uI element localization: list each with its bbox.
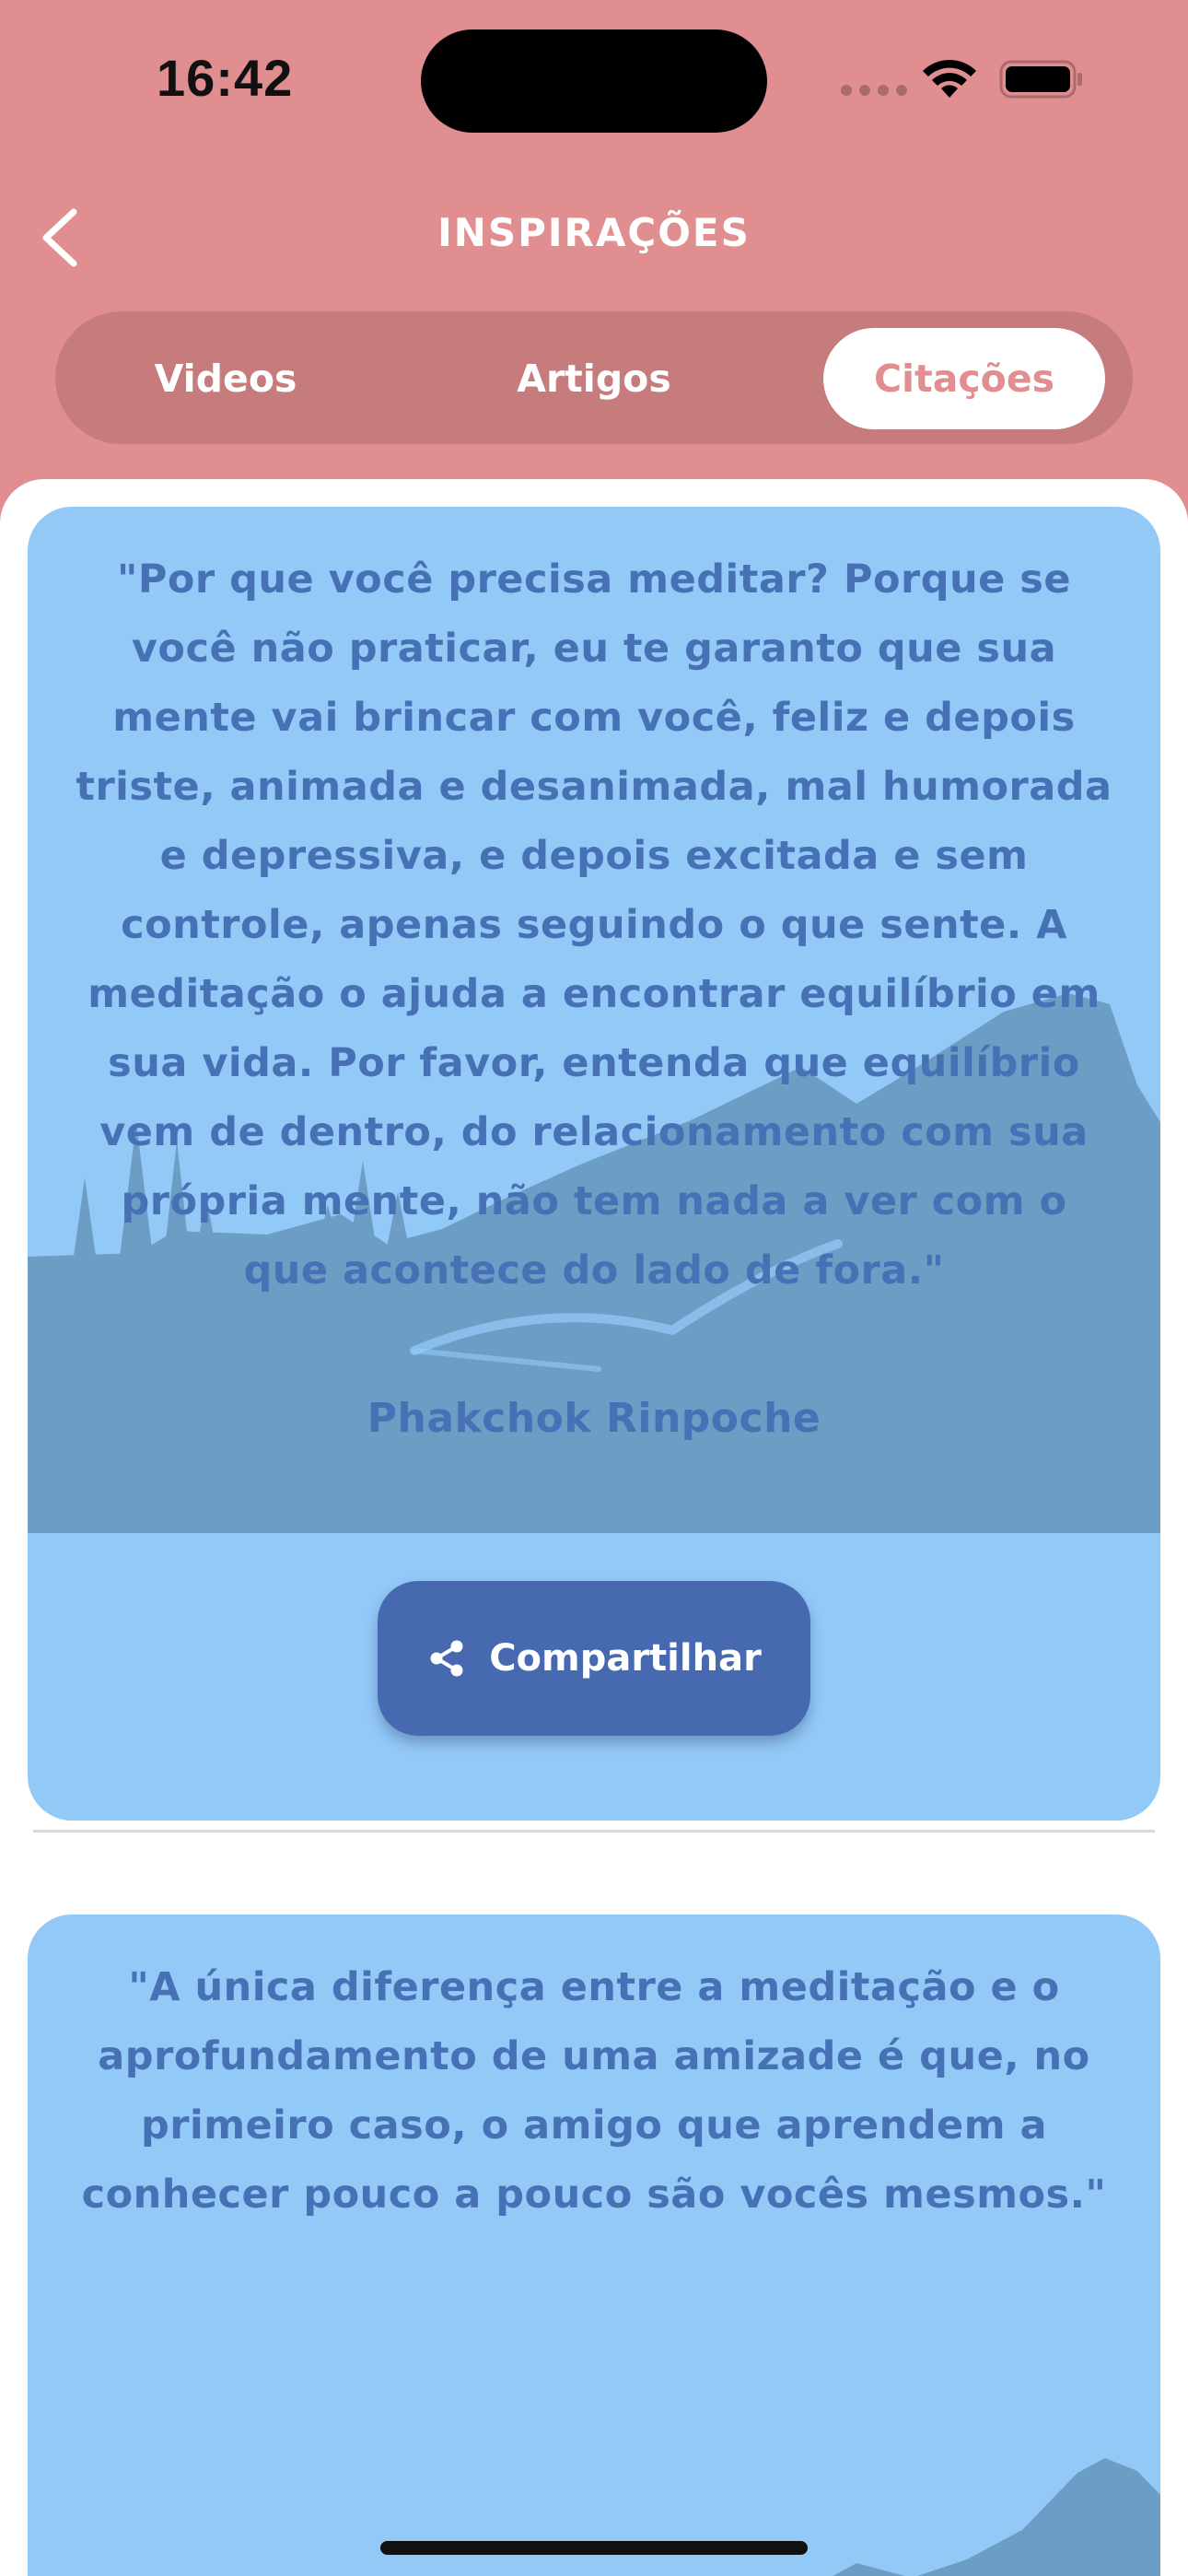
quotes-list[interactable]: "Por que você precisa meditar? Porque se… [0,479,1188,2576]
home-indicator [380,2541,808,2555]
dynamic-island [421,29,767,133]
wifi-icon [923,59,976,98]
quote-text: "A única diferença entre a meditação e o… [81,1964,1107,2218]
tab-citacoes[interactable]: Citações [823,328,1105,429]
tab-artigos[interactable]: Artigos [479,328,709,429]
quote-card: "Por que você precisa meditar? Porque se… [28,507,1160,1821]
share-icon [430,1640,463,1677]
quote-card: "A única diferença entre a meditação e o… [28,1914,1160,2576]
page-title: INSPIRAÇÕES [437,210,751,255]
share-button[interactable]: Compartilhar [378,1581,810,1736]
quote-text: "Por que você precisa meditar? Porque se… [76,556,1112,1294]
divider [33,1830,1155,1832]
cellular-signal-icon [841,85,907,96]
share-label: Compartilhar [489,1637,762,1680]
segmented-tabs: Videos Artigos Citações [55,311,1133,444]
quote-author: Phakchok Rinpoche [367,1395,821,1442]
battery-icon [999,60,1082,99]
status-time: 16:42 [157,49,294,107]
tab-videos[interactable]: Videos [111,328,341,429]
